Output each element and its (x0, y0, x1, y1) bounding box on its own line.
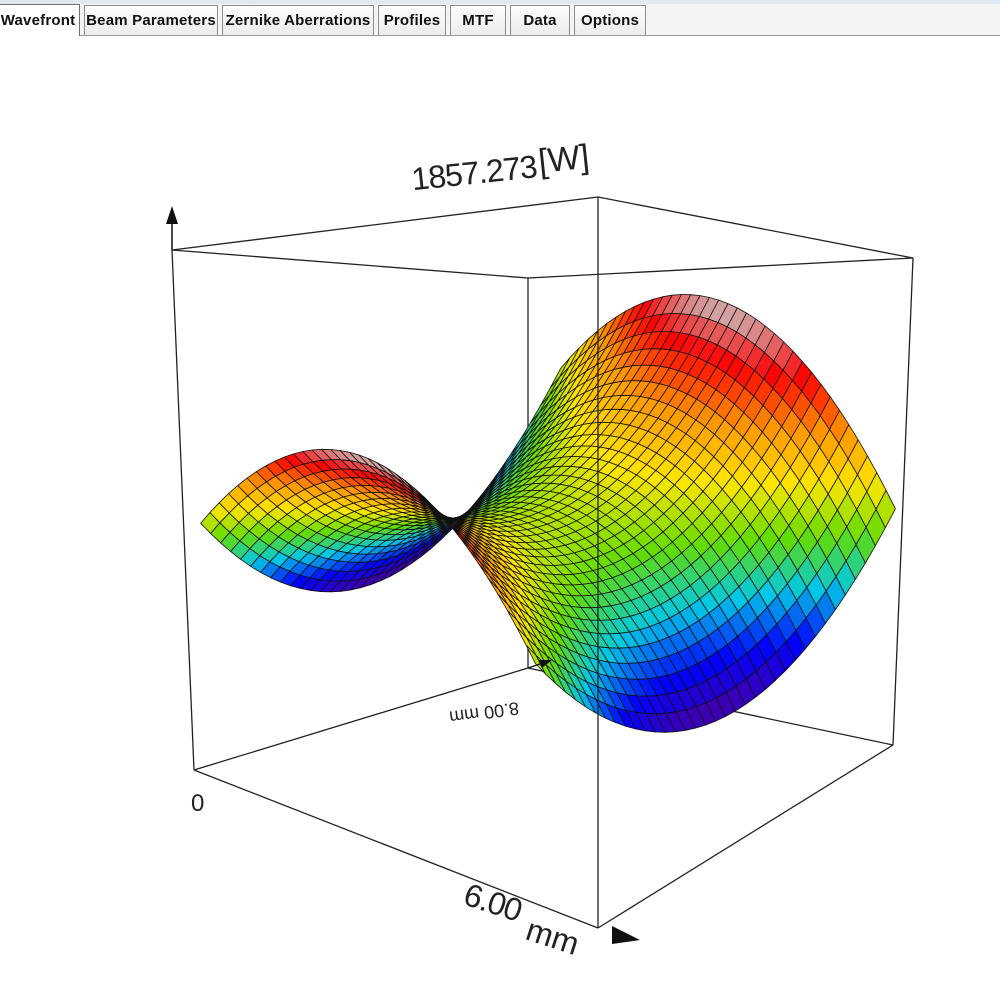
wavefront-surface (200, 294, 896, 733)
x-axis-label-group: 6.00 mm (460, 876, 584, 962)
y-max-label: 8.00 mm (448, 698, 520, 728)
z-axis-arrow (166, 206, 178, 250)
tab-bar: Wavefront Beam Parameters Zernike Aberra… (0, 0, 1000, 36)
tab-options[interactable]: Options (574, 5, 646, 35)
tab-data[interactable]: Data (510, 5, 570, 35)
z-max-label: 1857.273 (410, 148, 539, 197)
tab-wavefront[interactable]: Wavefront (0, 4, 80, 36)
tab-beam-parameters[interactable]: Beam Parameters (84, 5, 218, 35)
tab-profiles[interactable]: Profiles (378, 5, 446, 35)
z-axis-label-group: 1857.273 [W] (410, 138, 591, 197)
x-axis-arrow (612, 926, 640, 944)
z-unit-label: [W] (536, 138, 591, 181)
tab-mtf[interactable]: MTF (450, 5, 506, 35)
wavefront-3d-plot: 1857.273 [W] 0 6.00 mm 8.00 mm (166, 138, 914, 962)
x-max-label: 6.00 (460, 876, 527, 928)
tab-zernike-aberrations[interactable]: Zernike Aberrations (222, 5, 374, 35)
x-min-label: 0 (191, 790, 204, 817)
